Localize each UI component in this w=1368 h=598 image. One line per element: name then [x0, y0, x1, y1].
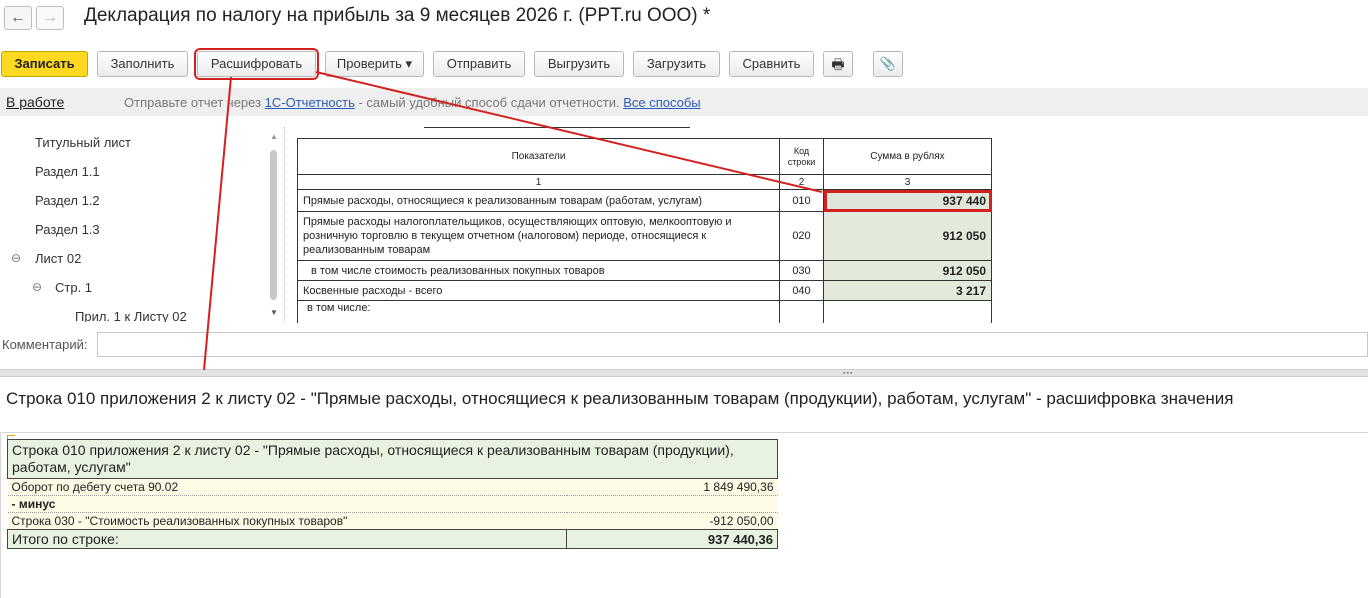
detail-pane-border [0, 433, 1, 598]
table-row: Оборот по дебету счета 90.02 1 849 490,3… [7, 478, 778, 496]
total-row: Итого по строке: 937 440,36 [6, 529, 778, 549]
grip-icon[interactable]: ▪▪▪ [843, 370, 853, 377]
compare-button[interactable]: Сравнить [729, 51, 814, 77]
arrow-right-icon: → [42, 9, 58, 26]
command-toolbar: Записать Заполнить Расшифровать Проверит… [0, 48, 1368, 80]
row-code: 030 [779, 260, 824, 281]
table-row: Косвенные расходы - всего 040 3 217 [297, 280, 992, 301]
breakdown-amount[interactable]: -912 050,00 [566, 512, 778, 530]
detail-divider [0, 432, 1368, 433]
form-top-line [424, 127, 690, 128]
row-code: 040 [779, 280, 824, 301]
forward-button[interactable]: → [36, 6, 64, 30]
decoding-table: Строка 010 приложения 2 к листу 02 - "Пр… [6, 439, 778, 549]
breakdown-label: - минус [7, 495, 567, 513]
value-cell-010[interactable]: 937 440 [823, 189, 992, 212]
col-number-2: 2 [779, 174, 824, 190]
comment-input[interactable] [97, 332, 1368, 357]
row-value [823, 300, 992, 323]
scroll-up-icon[interactable]: ▲ [270, 132, 278, 141]
tree-scrollbar[interactable]: ▲ ▼ [268, 132, 280, 318]
breakdown-amount [566, 495, 778, 513]
decoding-title: Строка 010 приложения 2 к листу 02 - "Пр… [6, 389, 1234, 408]
header-indicators: Показатели [297, 138, 780, 175]
all-methods-link[interactable]: Все способы [623, 95, 700, 110]
decode-button[interactable]: Расшифровать [194, 48, 319, 80]
total-amount: 937 440,36 [566, 529, 778, 549]
table-row: в том числе стоимость реализованных поку… [297, 260, 992, 281]
status-state-link[interactable]: В работе [6, 94, 64, 110]
print-button[interactable]: 🖶 [823, 51, 853, 77]
arrow-left-icon: ← [10, 9, 26, 26]
send-button[interactable]: Отправить [433, 51, 525, 77]
title-bar: ← → Декларация по налогу на прибыль за 9… [0, 0, 1368, 38]
col-number-1: 1 [297, 174, 780, 190]
tree-item-section-1-2[interactable]: Раздел 1.2 [35, 193, 100, 208]
table-row: Строка 030 - "Стоимость реализованных по… [7, 512, 778, 530]
fill-button[interactable]: Заполнить [97, 51, 188, 77]
tree-item-section-1-3[interactable]: Раздел 1.3 [35, 222, 100, 237]
breakdown-label: Строка 030 - "Стоимость реализованных по… [7, 512, 567, 530]
value-cell-040[interactable]: 3 217 [823, 280, 992, 301]
panel-splitter[interactable]: ▪▪▪ [0, 369, 1368, 377]
pane-separator[interactable] [284, 127, 292, 322]
scroll-thumb[interactable] [270, 150, 277, 300]
tree-item-sheet-02[interactable]: Лист 02 [35, 251, 81, 266]
table-row: - минус [7, 495, 778, 513]
row-label: в том числе стоимость реализованных поку… [297, 260, 780, 281]
table-row: Прямые расходы, относящиеся к реализован… [297, 189, 992, 212]
tree-item-page-1[interactable]: Стр. 1 [55, 280, 92, 295]
breakdown-amount[interactable]: 1 849 490,36 [566, 478, 778, 496]
row-label: в том числе: [297, 300, 780, 323]
back-button[interactable]: ← [4, 6, 32, 30]
document-title: Декларация по налогу на прибыль за 9 мес… [84, 5, 711, 26]
import-button[interactable]: Загрузить [633, 51, 720, 77]
row-label: Прямые расходы налогоплательщиков, осуще… [297, 211, 780, 261]
status-message-prefix: Отправьте отчет через [124, 95, 265, 110]
header-amount: Сумма в рублях [823, 138, 992, 175]
save-button[interactable]: Записать [1, 51, 88, 77]
row-code [779, 300, 824, 323]
row-label: Косвенные расходы - всего [297, 280, 780, 301]
row-code: 020 [779, 211, 824, 261]
comment-row: Комментарий: [0, 332, 1368, 358]
status-message: Отправьте отчет через 1С-Отчетность - са… [124, 95, 701, 110]
col-number-3: 3 [823, 174, 992, 190]
row-code: 010 [779, 189, 824, 212]
row-label: Прямые расходы, относящиеся к реализован… [297, 189, 780, 212]
collapse-icon[interactable]: ⊖ [32, 280, 42, 294]
tree-item-title-page[interactable]: Титульный лист [35, 135, 131, 150]
printer-icon: 🖶 [831, 56, 845, 72]
service-link[interactable]: 1С-Отчетность [265, 95, 355, 110]
header-code: Код строки [779, 138, 824, 175]
declaration-form-table: Показатели Код строки Сумма в рублях 1 2… [297, 138, 992, 323]
value-cell-020[interactable]: 912 050 [823, 211, 992, 261]
tree-item-appendix-1[interactable]: Прил. 1 к Листу 02 [75, 309, 187, 322]
decoding-header: Строка 010 приложения 2 к листу 02 - "Пр… [7, 439, 778, 479]
table-row: Прямые расходы налогоплательщиков, осуще… [297, 211, 992, 261]
scroll-down-icon[interactable]: ▼ [270, 308, 278, 317]
tree-item-section-1-1[interactable]: Раздел 1.1 [35, 164, 100, 179]
export-button[interactable]: Выгрузить [534, 51, 624, 77]
total-label: Итого по строке: [6, 529, 568, 549]
breakdown-label: Оборот по дебету счета 90.02 [7, 478, 567, 496]
table-row: в том числе: [297, 300, 992, 323]
collapse-icon[interactable]: ⊖ [11, 251, 21, 265]
value-cell-030[interactable]: 912 050 [823, 260, 992, 281]
check-dropdown-button[interactable]: Проверить ▾ [325, 51, 424, 77]
attach-button[interactable]: 📎 [873, 51, 903, 77]
comment-label: Комментарий: [2, 337, 88, 352]
status-message-suffix: - самый удобный способ сдачи отчетности. [354, 95, 624, 110]
section-tree: Титульный лист Раздел 1.1 Раздел 1.2 Раз… [0, 127, 282, 322]
paperclip-icon: 📎 [879, 56, 897, 71]
status-bar: В работе Отправьте отчет через 1С-Отчетн… [0, 88, 1368, 116]
